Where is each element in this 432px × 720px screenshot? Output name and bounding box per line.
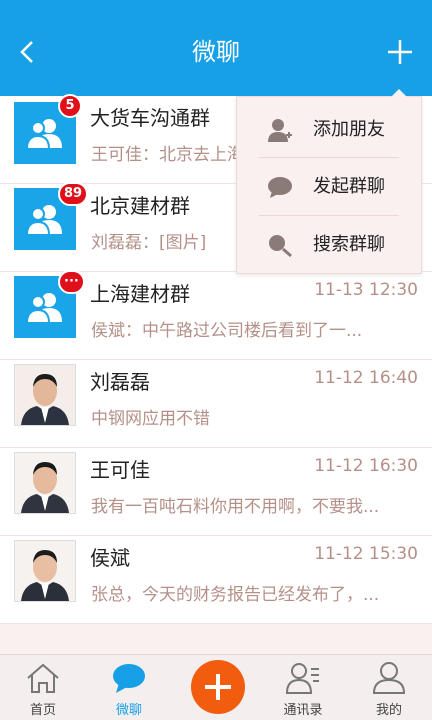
menu-item-label: 搜索群聊 <box>313 234 385 255</box>
tab-bar: 首页 微聊 通讯录 我的 <box>0 654 432 720</box>
add-friend-icon <box>268 119 292 142</box>
home-icon <box>27 663 59 693</box>
message-preview: 刘磊磊：[图片] <box>91 233 207 253</box>
conversation-item[interactable]: 侯斌 张总，今天的财务报告已经发布了，... 11-12 15:30 <box>0 536 432 624</box>
contacts-icon <box>285 663 319 694</box>
chat-bubble-icon <box>268 177 292 198</box>
person-photo-icon <box>15 541 75 601</box>
plus-icon[interactable] <box>382 34 418 70</box>
conversation-name: 刘磊磊 <box>90 370 150 394</box>
message-preview: 侯斌：中午路过公司楼后看到了一... <box>91 321 363 341</box>
popup-menu: 添加朋友 发起群聊 搜索群聊 <box>236 89 423 274</box>
publish-button[interactable] <box>191 660 245 714</box>
person-photo-icon <box>15 453 75 513</box>
menu-item-label: 添加朋友 <box>313 119 385 140</box>
conversation-item[interactable]: ··· 上海建材群 侯斌：中午路过公司楼后看到了一... 11-13 12:30 <box>0 270 432 360</box>
title-bar: 微聊 <box>0 22 432 82</box>
menu-item-add-friend[interactable]: 添加朋友 <box>237 101 423 159</box>
chat-icon <box>113 664 145 693</box>
profile-icon <box>372 662 406 694</box>
tab-label: 微聊 <box>115 703 142 718</box>
tab-label: 通讯录 <box>283 703 323 718</box>
menu-item-search-group[interactable]: 搜索群聊 <box>237 216 423 274</box>
message-time: 11-12 16:30 <box>314 456 418 476</box>
tab-label: 我的 <box>375 703 402 718</box>
person-photo-icon <box>15 365 75 425</box>
page-title: 微聊 <box>192 38 240 66</box>
avatar <box>14 540 76 602</box>
unread-badge: 5 <box>58 94 82 118</box>
avatar <box>14 452 76 514</box>
avatar <box>14 364 76 426</box>
unread-badge: ··· <box>58 270 85 294</box>
menu-pointer <box>391 89 407 97</box>
app-header: 微聊 <box>0 0 432 96</box>
conversation-name: 北京建材群 <box>90 194 190 218</box>
tab-contacts[interactable]: 通讯录 <box>260 655 346 720</box>
group-icon <box>25 119 62 150</box>
conversation-name: 大货车沟通群 <box>90 106 210 130</box>
search-icon <box>269 235 292 257</box>
conversation-name: 王可佳 <box>90 458 150 482</box>
menu-item-group-chat[interactable]: 发起群聊 <box>237 158 423 216</box>
group-icon <box>25 205 62 236</box>
conversation-item[interactable]: 刘磊磊 中钢网应用不错 11-12 16:40 <box>0 360 432 448</box>
message-preview: 中钢网应用不错 <box>91 409 210 429</box>
plus-icon <box>205 674 231 700</box>
status-bar <box>0 0 432 22</box>
message-time: 11-12 16:40 <box>314 368 418 388</box>
conversation-item[interactable]: 王可佳 我有一百吨石料你用不用啊，不要我... 11-12 16:30 <box>0 448 432 536</box>
tab-label: 首页 <box>29 703 56 718</box>
conversation-name: 侯斌 <box>90 546 130 570</box>
group-icon <box>25 293 62 324</box>
unread-badge: 89 <box>58 182 89 206</box>
message-time: 11-12 15:30 <box>314 544 418 564</box>
message-preview: 我有一百吨石料你用不用啊，不要我... <box>91 497 380 517</box>
tab-me[interactable]: 我的 <box>346 655 432 720</box>
message-preview: 张总，今天的财务报告已经发布了，... <box>91 585 380 605</box>
tab-chat[interactable]: 微聊 <box>86 655 172 720</box>
conversation-name: 上海建材群 <box>90 282 190 306</box>
message-time: 11-13 12:30 <box>314 280 418 300</box>
message-preview: 王可佳：北京去上海 <box>91 145 244 165</box>
menu-item-label: 发起群聊 <box>313 176 385 197</box>
tab-home[interactable]: 首页 <box>0 655 86 720</box>
